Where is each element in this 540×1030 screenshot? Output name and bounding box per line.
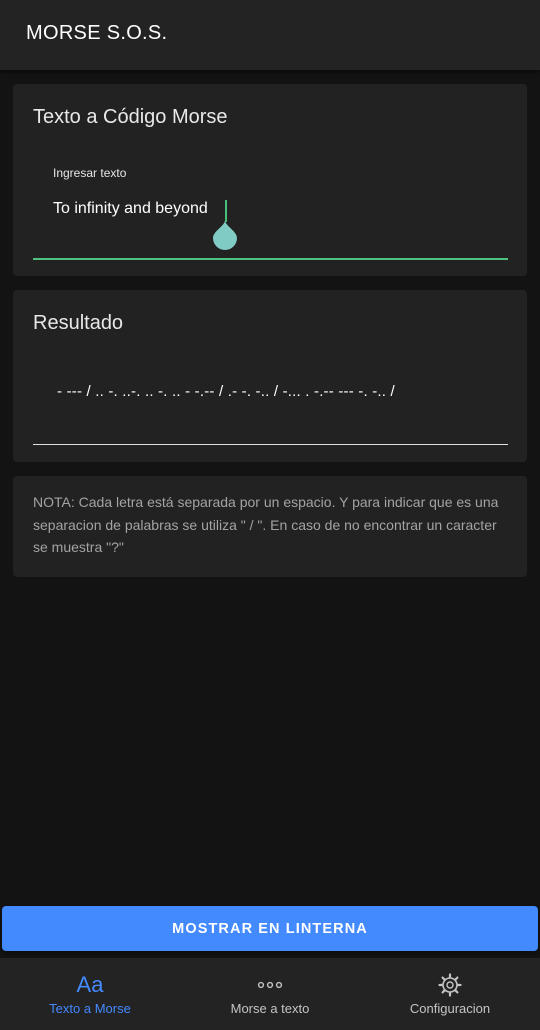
nav-label-texto-a-morse: Texto a Morse — [49, 1001, 131, 1016]
text-input[interactable]: To infinity and beyond — [53, 200, 208, 218]
nav-label-configuracion: Configuracion — [409, 1001, 491, 1016]
show-flashlight-button[interactable]: MOSTRAR EN LINTERNA — [2, 906, 538, 951]
text-cursor — [225, 200, 227, 222]
result-underline — [33, 444, 508, 445]
result-card: Resultado - --- / .. -. ..-. .. -. .. - … — [13, 290, 527, 462]
note-card: NOTA: Cada letra está separada por un es… — [13, 476, 527, 577]
text-aa-icon: Aa — [76, 972, 104, 997]
gear-icon — [360, 972, 540, 998]
cursor-handle-icon[interactable] — [212, 220, 238, 250]
input-focus-underline — [33, 258, 508, 260]
note-text: NOTA: Cada letra está separada por un es… — [33, 494, 499, 555]
nav-item-texto-a-morse[interactable]: Aa Texto a Morse — [0, 958, 180, 1030]
app-bar: MORSE S.O.S. — [0, 0, 540, 70]
input-card-title: Texto a Código Morse — [33, 106, 228, 128]
input-card: Texto a Código Morse Ingresar texto To i… — [13, 84, 527, 276]
text-field-label: Ingresar texto — [53, 166, 127, 180]
morse-output-field[interactable]: - --- / .. -. ..-. .. -. .. - -.-- / .- … — [57, 383, 395, 400]
nav-label-morse-a-texto: Morse a texto — [230, 1001, 310, 1016]
bottom-navigation: Aa Texto a Morse Morse a texto Configura… — [0, 958, 540, 1030]
nav-item-morse-a-texto[interactable]: Morse a texto — [180, 958, 360, 1030]
nav-item-configuracion[interactable]: Configuracion — [360, 958, 540, 1030]
result-card-title: Resultado — [33, 312, 124, 334]
dots-icon — [180, 972, 360, 998]
app-title: MORSE S.O.S. — [26, 22, 168, 44]
